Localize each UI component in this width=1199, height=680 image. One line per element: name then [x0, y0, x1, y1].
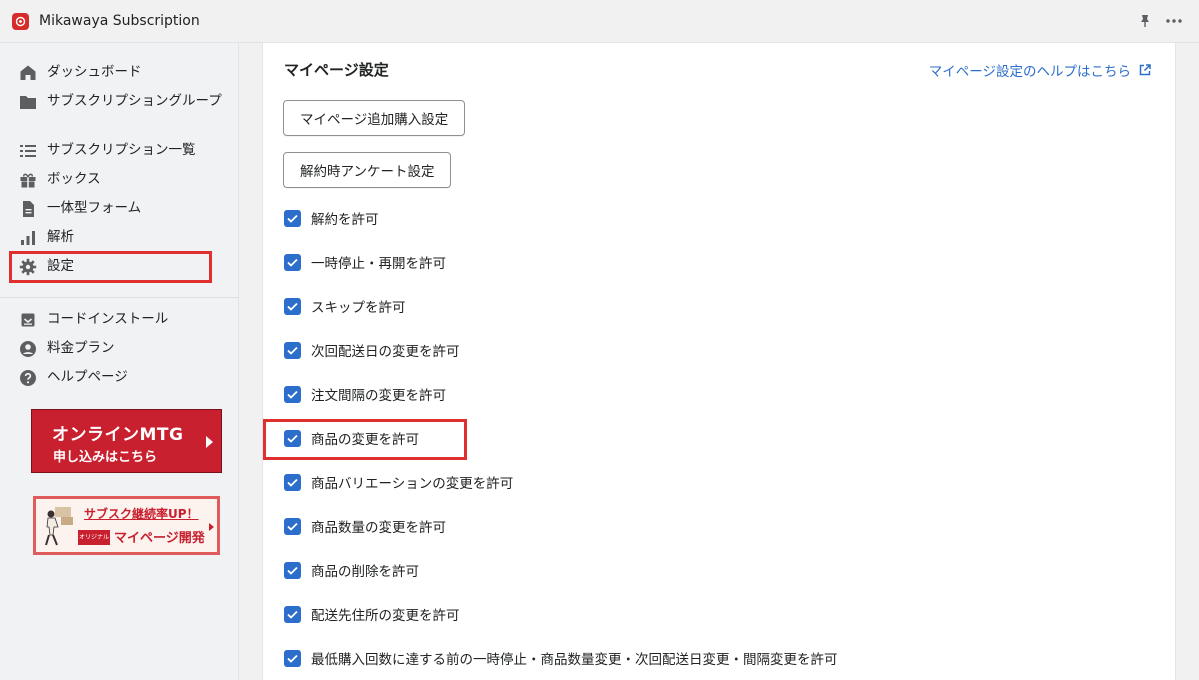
- top-bar: Mikawaya Subscription: [0, 0, 1199, 43]
- original-badge: オリジナル: [78, 530, 110, 545]
- help-link[interactable]: マイページ設定のヘルプはこちら: [929, 60, 1151, 80]
- checkbox-label: 商品の変更を許可: [311, 432, 419, 448]
- settings-highlight-box: [9, 251, 212, 283]
- checkbox-allow-pause-resume[interactable]: 一時停止・再開を許可: [284, 252, 446, 272]
- checkbox-checked-icon[interactable]: [284, 605, 301, 623]
- checkbox-checked-icon[interactable]: [284, 297, 301, 315]
- checkbox-label: 商品の削除を許可: [311, 564, 419, 580]
- list-icon: [18, 141, 38, 161]
- checkbox-allow-variant-change[interactable]: 商品バリエーションの変更を許可: [284, 472, 513, 492]
- person-carrying-box-illustration: [41, 505, 77, 547]
- checkbox-checked-icon[interactable]: [284, 209, 301, 227]
- online-mtg-banner-subtitle: 申し込みはこちら: [53, 450, 158, 465]
- checkbox-label: 配送先住所の変更を許可: [311, 608, 460, 624]
- sidebar-item-label: 解析: [47, 229, 74, 245]
- checkbox-label: 一時停止・再開を許可: [311, 256, 446, 272]
- checkbox-label: スキップを許可: [311, 300, 406, 316]
- page-title: マイページ設定: [284, 61, 389, 79]
- checkbox-label: 注文間隔の変更を許可: [311, 388, 446, 404]
- checkbox-label: 次回配送日の変更を許可: [311, 344, 460, 360]
- mypage-dev-banner-subtitle: マイページ開発: [114, 531, 205, 546]
- mypage-dev-banner[interactable]: サブスク継続率UP！ オリジナル マイページ開発: [33, 496, 220, 555]
- app-title: Mikawaya Subscription: [39, 13, 200, 29]
- sidebar-item-label: サブスクリプショングループ: [47, 93, 222, 109]
- sidebar-item-pricing-plan[interactable]: 料金プラン: [18, 339, 222, 359]
- checkbox-allow-product-removal[interactable]: 商品の削除を許可: [284, 560, 419, 580]
- checkbox-allow-quantity-change[interactable]: 商品数量の変更を許可: [284, 516, 446, 536]
- sidebar-item-analytics[interactable]: 解析: [18, 228, 222, 248]
- help-link-label: マイページ設定のヘルプはこちら: [928, 64, 1131, 80]
- checkbox-checked-icon[interactable]: [284, 341, 301, 359]
- sidebar-item-label: 一体型フォーム: [47, 200, 142, 216]
- sidebar-item-label: 料金プラン: [47, 340, 115, 356]
- sidebar-item-dashboard[interactable]: ダッシュボード: [18, 63, 222, 83]
- pin-icon[interactable]: [1137, 13, 1153, 29]
- checkbox-checked-icon[interactable]: [284, 253, 301, 271]
- checkbox-checked-icon[interactable]: [284, 385, 301, 403]
- checkbox-label: 商品数量の変更を許可: [311, 520, 446, 536]
- document-icon: [18, 199, 38, 219]
- sidebar-item-integrated-form[interactable]: 一体型フォーム: [18, 199, 222, 219]
- checkbox-checked-icon[interactable]: [284, 517, 301, 535]
- checkbox-allow-address-change[interactable]: 配送先住所の変更を許可: [284, 604, 460, 624]
- question-icon: [18, 368, 38, 388]
- checkbox-label: 商品バリエーションの変更を許可: [311, 476, 514, 492]
- sidebar-item-label: ダッシュボード: [47, 64, 142, 80]
- install-icon: [18, 310, 38, 330]
- checkbox-checked-icon[interactable]: [284, 561, 301, 579]
- sidebar-item-subscription-list[interactable]: サブスクリプション一覧: [18, 141, 222, 161]
- play-arrow-icon: [206, 436, 213, 448]
- sidebar-item-subscription-group[interactable]: サブスクリプショングループ: [18, 92, 222, 112]
- home-icon: [18, 63, 38, 83]
- checkbox-checked-icon[interactable]: [284, 473, 301, 491]
- analytics-icon: [18, 228, 38, 248]
- gift-icon: [18, 170, 38, 190]
- external-link-icon: [1139, 64, 1151, 76]
- online-mtg-banner-title: オンラインMTG: [52, 425, 184, 445]
- mypage-additional-purchase-settings-button[interactable]: マイページ追加購入設定: [283, 100, 466, 136]
- sidebar-item-help-page[interactable]: ヘルプページ: [18, 368, 222, 388]
- user-circle-icon: [18, 339, 38, 359]
- checkbox-checked-icon[interactable]: [284, 429, 301, 447]
- checkbox-allow-interval-change[interactable]: 注文間隔の変更を許可: [284, 384, 446, 404]
- sidebar-item-label: コードインストール: [47, 311, 169, 327]
- mypage-dev-banner-title: サブスク継続率UP！: [84, 507, 199, 521]
- checkbox-allow-changes-before-minimum[interactable]: 最低購入回数に達する前の一時停止・商品数量変更・次回配送日変更・間隔変更を許可: [284, 648, 838, 668]
- cancellation-survey-settings-button[interactable]: 解約時アンケート設定: [283, 152, 452, 188]
- folder-icon: [18, 92, 38, 112]
- sidebar-item-label: ヘルプページ: [47, 369, 128, 385]
- sidebar-item-code-install[interactable]: コードインストール: [18, 310, 222, 330]
- sidebar-item-box[interactable]: ボックス: [18, 170, 222, 190]
- mypage-settings-card: マイページ設定 マイページ設定のヘルプはこちら マイページ追加購入設定 解約時ア…: [263, 43, 1175, 680]
- checkbox-checked-icon[interactable]: [284, 649, 301, 667]
- play-arrow-icon: [209, 523, 214, 531]
- app-logo-icon: [12, 13, 29, 30]
- checkbox-allow-cancel[interactable]: 解約を許可: [284, 208, 379, 228]
- sidebar-divider: [0, 297, 239, 298]
- sidebar-item-label: サブスクリプション一覧: [47, 142, 196, 158]
- sidebar-item-label: ボックス: [47, 171, 101, 187]
- checkbox-allow-skip[interactable]: スキップを許可: [284, 296, 406, 316]
- online-mtg-banner[interactable]: オンラインMTG 申し込みはこちら: [31, 409, 222, 473]
- checkbox-allow-next-delivery-change[interactable]: 次回配送日の変更を許可: [284, 340, 460, 360]
- checkbox-label: 解約を許可: [311, 212, 379, 228]
- sidebar: ダッシュボード サブスクリプショングループ サブスクリプション一覧 ボックス 一…: [0, 43, 239, 680]
- more-horizontal-icon[interactable]: [1164, 13, 1184, 29]
- checkbox-allow-product-change[interactable]: 商品の変更を許可: [284, 428, 419, 448]
- checkbox-label: 最低購入回数に達する前の一時停止・商品数量変更・次回配送日変更・間隔変更を許可: [311, 652, 838, 668]
